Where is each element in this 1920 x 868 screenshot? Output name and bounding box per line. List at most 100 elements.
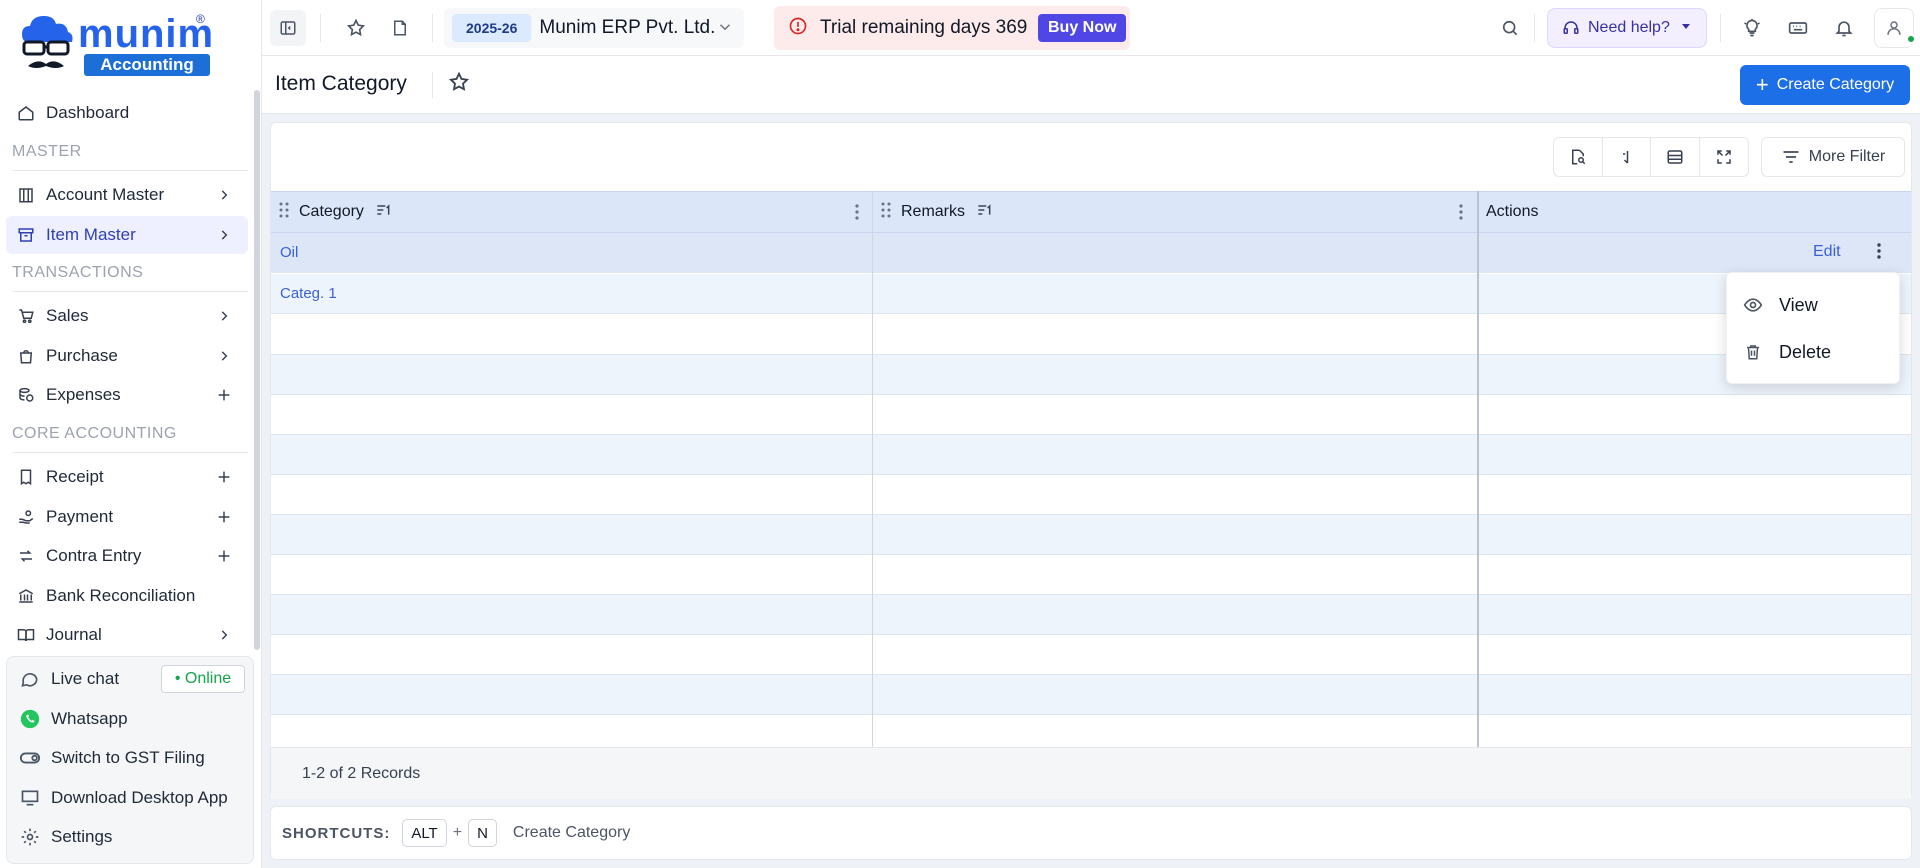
- search-grid-button[interactable]: [1554, 138, 1603, 176]
- receipt-icon: [16, 467, 36, 487]
- sort-icon[interactable]: [376, 203, 392, 222]
- sort-icon[interactable]: [977, 203, 993, 222]
- whatsapp-icon: [19, 708, 41, 730]
- column-menu-icon[interactable]: [1459, 204, 1463, 225]
- sidebar-item-sales[interactable]: Sales: [6, 297, 248, 335]
- records-count: 1-2 of 2 Records: [302, 765, 421, 782]
- density-button[interactable]: [1651, 138, 1700, 176]
- alert-circle-icon: [788, 16, 808, 41]
- drag-handle-icon[interactable]: [881, 202, 891, 223]
- menu-item-label: Delete: [1779, 341, 1832, 362]
- column-header-category[interactable]: Category: [271, 192, 873, 232]
- column-header-actions: Actions: [1486, 192, 1906, 232]
- menu-item-view[interactable]: View: [1727, 283, 1901, 327]
- coins-icon: [16, 385, 36, 405]
- sidebar-item-purchase[interactable]: Purchase: [6, 337, 248, 375]
- file-icon: [394, 20, 406, 36]
- drag-handle-icon[interactable]: [279, 202, 289, 223]
- notifications-button[interactable]: [1826, 10, 1862, 46]
- online-indicator: [1906, 34, 1916, 44]
- column-divider[interactable]: [1477, 191, 1479, 747]
- brand-tag: Accounting: [84, 54, 210, 76]
- sidebar-item-journal[interactable]: Journal: [6, 616, 248, 654]
- collapse-sidebar-button[interactable]: [270, 10, 306, 46]
- sidebar-item-account-master[interactable]: Account Master: [6, 176, 248, 214]
- more-filter-label: More Filter: [1808, 148, 1886, 165]
- favorite-page-button[interactable]: [448, 71, 470, 98]
- plus-icon[interactable]: [214, 546, 234, 566]
- sidebar-item-bank-reconciliation[interactable]: Bank Reconciliation: [6, 577, 248, 615]
- sidebar-item-label: Expenses: [46, 385, 121, 404]
- user-avatar[interactable]: [1874, 8, 1916, 48]
- more-filter-button[interactable]: More Filter: [1761, 137, 1905, 177]
- search-button[interactable]: [1492, 10, 1528, 46]
- chevron-right-icon: [214, 225, 234, 245]
- whatsapp-label: Whatsapp: [51, 709, 128, 728]
- column-header-remarks[interactable]: Remarks: [873, 192, 1477, 232]
- switch-gst-filing-link[interactable]: Switch to GST Filing: [19, 742, 205, 774]
- plus-icon[interactable]: [214, 507, 234, 527]
- plus-icon[interactable]: [214, 385, 234, 405]
- sort-button[interactable]: [1603, 138, 1651, 176]
- brand-logo[interactable]: munim ® Accounting: [18, 12, 213, 78]
- tips-button[interactable]: [1734, 10, 1770, 46]
- whatsapp-link[interactable]: Whatsapp: [19, 703, 128, 735]
- table-row[interactable]: Categ. 1: [271, 274, 1911, 314]
- create-category-button[interactable]: + Create Category: [1740, 65, 1910, 105]
- bell-icon: [1835, 21, 1853, 37]
- sidebar-item-contra-entry[interactable]: Contra Entry: [6, 537, 248, 575]
- sidebar-item-label: Journal: [46, 625, 102, 644]
- row-context-menu: View Delete: [1726, 272, 1900, 384]
- column-title: Actions: [1486, 203, 1539, 220]
- divider: [320, 14, 321, 42]
- buy-now-button[interactable]: Buy Now: [1038, 14, 1127, 42]
- row-menu-icon[interactable]: [1877, 243, 1881, 264]
- menu-item-delete[interactable]: Delete: [1727, 330, 1901, 374]
- need-help-button[interactable]: Need help?: [1547, 8, 1707, 48]
- favorites-button[interactable]: [338, 10, 374, 46]
- section-core-accounting: CORE ACCOUNTING: [12, 425, 177, 442]
- chevron-right-icon: [214, 306, 234, 326]
- bank-icon: [16, 586, 36, 606]
- notes-button[interactable]: [382, 10, 418, 46]
- rows-icon: [1667, 150, 1683, 164]
- sidebar-item-payment[interactable]: Payment: [6, 498, 248, 536]
- shortcuts-bar: SHORTCUTS: ALT + N Create Category: [270, 806, 1912, 860]
- sidebar-item-label: Bank Reconciliation: [46, 586, 196, 605]
- settings-link[interactable]: Settings: [19, 821, 112, 853]
- section-transactions: TRANSACTIONS: [12, 264, 144, 281]
- company-selector[interactable]: 2025-26 Munim ERP Pvt. Ltd.: [444, 8, 744, 48]
- sidebar-item-label: Contra Entry: [46, 546, 142, 565]
- category-cell[interactable]: Categ. 1: [280, 285, 337, 302]
- sidebar-item-receipt[interactable]: Receipt: [6, 458, 248, 496]
- shortcut-action[interactable]: Create Category: [513, 824, 630, 842]
- table-row[interactable]: Oil Edit: [271, 233, 1911, 273]
- section-master: MASTER: [12, 143, 82, 160]
- fullscreen-button[interactable]: [1700, 138, 1749, 176]
- online-status-badge: • Online: [161, 665, 245, 693]
- empty-row: [271, 315, 1911, 355]
- plus-icon[interactable]: [214, 467, 234, 487]
- divider: [12, 452, 248, 453]
- column-title: Remarks: [901, 203, 966, 220]
- caret-down-icon: [1680, 19, 1692, 37]
- brand-name: munim: [78, 12, 215, 56]
- grid-tools: [1553, 137, 1749, 177]
- keyboard-shortcuts-button[interactable]: [1780, 10, 1816, 46]
- home-icon: [16, 103, 36, 123]
- sidebar-item-item-master[interactable]: Item Master: [6, 216, 248, 254]
- page-title: Item Category: [275, 72, 407, 95]
- sidebar-item-label: Item Master: [46, 225, 136, 244]
- file-search-icon: [1571, 149, 1586, 165]
- sidebar-scrollbar[interactable]: [254, 90, 260, 650]
- sidebar-item-label: Payment: [46, 507, 114, 526]
- download-desktop-app-link[interactable]: Download Desktop App: [19, 782, 228, 814]
- sidebar-item-dashboard[interactable]: Dashboard: [6, 94, 248, 132]
- live-chat-link[interactable]: Live chat: [19, 663, 119, 695]
- column-menu-icon[interactable]: [855, 204, 859, 225]
- edit-link[interactable]: Edit: [1813, 243, 1841, 261]
- category-cell[interactable]: Oil: [280, 244, 298, 261]
- sidebar-item-expenses[interactable]: Expenses: [6, 376, 248, 414]
- search-icon: [1502, 20, 1518, 36]
- column-divider[interactable]: [872, 191, 873, 747]
